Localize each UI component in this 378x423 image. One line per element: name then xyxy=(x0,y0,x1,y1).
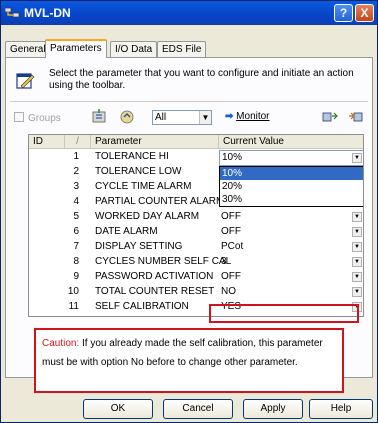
row-parameter: TOTAL COUNTER RESET xyxy=(95,286,215,297)
value-cell[interactable]: 10% ▼ xyxy=(219,150,363,166)
value-cell[interactable]: 3 ▼ xyxy=(219,255,363,270)
upload-params-icon[interactable] xyxy=(119,109,135,124)
row-parameter: DATE ALARM xyxy=(95,226,158,237)
header-sort[interactable]: / xyxy=(65,135,91,149)
row-id: 3 xyxy=(73,181,79,192)
header-parameter[interactable]: Parameter xyxy=(91,135,219,149)
value-cell[interactable]: PCot ▼ xyxy=(219,240,363,255)
arrow-right-icon: ➡ xyxy=(225,111,234,122)
value-text: OFF xyxy=(221,211,241,222)
monitor-label: Monitor xyxy=(236,111,270,122)
row-id: 4 xyxy=(73,196,79,207)
value-text: 3 xyxy=(221,256,227,267)
row-id: 9 xyxy=(73,271,79,282)
chevron-down-icon[interactable]: ▼ xyxy=(352,153,362,163)
tab-io-data[interactable]: I/O Data xyxy=(110,41,158,57)
caution-label: Caution: xyxy=(42,338,80,349)
tab-general[interactable]: General xyxy=(5,41,51,57)
row-parameter: PASSWORD ACTIVATION xyxy=(95,271,214,282)
row-parameter: SELF CALIBRATION xyxy=(95,301,189,312)
value-text: OFF xyxy=(221,226,241,237)
row-parameter: WORKED DAY ALARM xyxy=(95,211,200,222)
value-cell[interactable]: OFF ▼ xyxy=(219,210,363,225)
row-parameter: CYCLE TIME ALARM xyxy=(95,181,192,192)
device-read-icon[interactable] xyxy=(322,109,338,124)
download-params-icon[interactable] xyxy=(91,109,107,124)
chevron-down-icon[interactable]: ▼ xyxy=(352,272,362,282)
dropdown-option[interactable]: 10% xyxy=(220,167,363,180)
chevron-down-icon[interactable]: ▼ xyxy=(352,212,362,222)
table-row[interactable]: 9 PASSWORD ACTIVATION OFF ▼ xyxy=(29,270,363,285)
value-text: 10% xyxy=(222,152,243,163)
row-parameter: TOLERANCE LOW xyxy=(95,166,182,177)
header-current-value[interactable]: Current Value xyxy=(219,135,363,149)
cancel-button[interactable]: Cancel xyxy=(163,399,233,419)
row-id: 10 xyxy=(67,286,79,297)
row-id: 5 xyxy=(73,211,79,222)
help-title-button[interactable]: ? xyxy=(334,4,353,22)
table-row[interactable]: 7 DISPLAY SETTING PCot ▼ xyxy=(29,240,363,255)
device-write-icon[interactable] xyxy=(348,109,364,124)
caution-callout: Caution: If you already made the self ca… xyxy=(34,328,344,393)
network-device-icon xyxy=(5,7,20,18)
row-parameter: CYCLES NUMBER SELF CAL xyxy=(95,256,232,267)
ok-button[interactable]: OK xyxy=(83,399,153,419)
window-title: MVL-DN xyxy=(24,6,71,20)
title-bar[interactable]: MVL-DN ? X xyxy=(1,1,377,25)
filter-value: All xyxy=(155,112,167,123)
row-id: 6 xyxy=(73,226,79,237)
dialog-window: MVL-DN ? X General Parameters I/O Data E… xyxy=(0,0,378,423)
row-parameter: DISPLAY SETTING xyxy=(95,241,183,252)
row-id: 7 xyxy=(73,241,79,252)
value-text: PCot xyxy=(221,241,244,252)
value-cell[interactable]: OFF ▼ xyxy=(219,270,363,285)
value-cell[interactable]: NO ▼ xyxy=(219,285,363,300)
tab-eds-file[interactable]: EDS File xyxy=(157,41,207,57)
apply-button[interactable]: Apply xyxy=(243,399,303,419)
divider xyxy=(10,101,368,102)
monitor-button[interactable]: ➡ Monitor xyxy=(225,111,270,122)
parameter-grid: ID / Parameter Current Value 1 TOLERANCE… xyxy=(28,134,364,317)
chevron-down-icon[interactable]: ▼ xyxy=(352,287,362,297)
chevron-down-icon[interactable]: ▼ xyxy=(352,242,362,252)
value-select[interactable]: 10% ▼ xyxy=(219,150,363,166)
groups-checkbox[interactable]: Groups xyxy=(14,112,61,124)
filter-select[interactable]: All ▼ xyxy=(152,110,212,125)
tab-parameters[interactable]: Parameters xyxy=(45,39,107,58)
edit-form-icon xyxy=(16,73,35,89)
groups-label: Groups xyxy=(28,113,61,124)
value-cell[interactable]: OFF ▼ xyxy=(219,225,363,240)
description-text: Select the parameter that you want to co… xyxy=(49,68,354,91)
dropdown-option[interactable]: 30% xyxy=(220,193,363,206)
help-button[interactable]: Help xyxy=(309,399,373,419)
row-id: 2 xyxy=(73,166,79,177)
table-row[interactable]: 10 TOTAL COUNTER RESET NO ▼ xyxy=(29,285,363,300)
table-row[interactable]: 1 TOLERANCE HI 10% ▼ xyxy=(29,150,363,166)
row-parameter: TOLERANCE HI xyxy=(95,151,169,162)
chevron-down-icon[interactable]: ▼ xyxy=(199,111,211,124)
chevron-down-icon[interactable]: ▼ xyxy=(352,227,362,237)
self-calibration-highlight xyxy=(209,304,359,323)
grid-header: ID / Parameter Current Value xyxy=(29,135,363,149)
value-text: OFF xyxy=(221,271,241,282)
row-id: 1 xyxy=(73,151,79,162)
close-button[interactable]: X xyxy=(355,4,374,22)
dropdown-option[interactable]: 20% xyxy=(220,180,363,193)
row-parameter: PARTIAL COUNTER ALARM xyxy=(95,196,225,207)
chevron-down-icon[interactable]: ▼ xyxy=(352,257,362,267)
table-row[interactable]: 5 WORKED DAY ALARM OFF ▼ xyxy=(29,210,363,225)
caution-text: If you already made the self calibration… xyxy=(42,338,323,368)
table-row[interactable]: 6 DATE ALARM OFF ▼ xyxy=(29,225,363,240)
table-row[interactable]: 8 CYCLES NUMBER SELF CAL 3 ▼ xyxy=(29,255,363,270)
checkbox-box[interactable] xyxy=(14,112,24,122)
header-id[interactable]: ID xyxy=(29,135,65,149)
value-text: NO xyxy=(221,286,236,297)
row-id: 8 xyxy=(73,256,79,267)
value-dropdown-list[interactable]: 10% 20% 30% xyxy=(219,166,363,207)
row-id: 11 xyxy=(68,301,79,312)
